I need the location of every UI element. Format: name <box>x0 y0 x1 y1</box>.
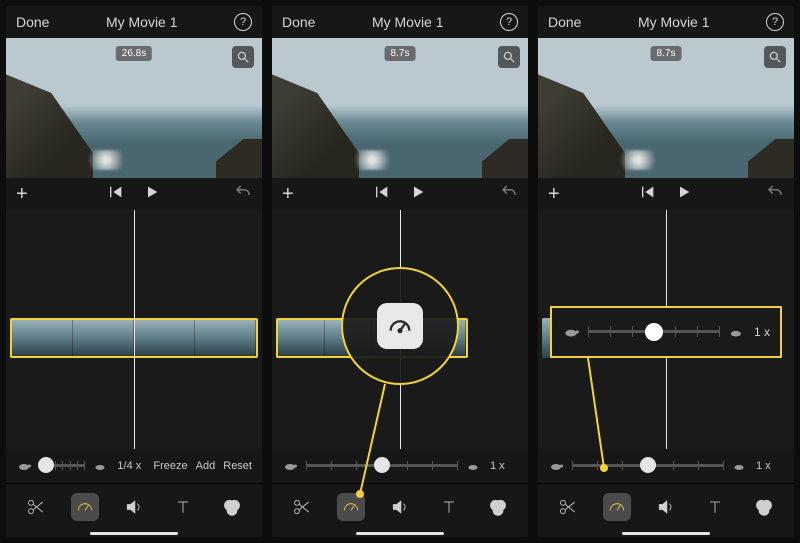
bottom-toolbar <box>538 483 794 529</box>
scissors-icon[interactable] <box>288 493 316 521</box>
scissors-icon[interactable] <box>554 493 582 521</box>
speed-value: 1 x <box>756 460 784 472</box>
callout-leader-end <box>600 464 608 472</box>
timeline[interactable] <box>6 210 262 449</box>
filters-icon[interactable] <box>218 493 246 521</box>
scissors-icon[interactable] <box>22 493 50 521</box>
speed-slider[interactable] <box>40 458 85 474</box>
filters-icon[interactable] <box>750 493 778 521</box>
add-media-button[interactable]: + <box>282 183 294 206</box>
speed-slider-knob[interactable] <box>640 457 656 473</box>
callout-leader-end <box>356 490 364 498</box>
turtle-icon <box>16 460 32 472</box>
freeze-button[interactable]: Freeze <box>153 460 187 472</box>
home-indicator <box>272 529 528 537</box>
titles-icon[interactable] <box>701 493 729 521</box>
speed-control-row: 1 x <box>272 449 528 483</box>
video-preview[interactable]: 26.8s <box>6 38 262 178</box>
speed-slider[interactable] <box>306 458 458 474</box>
titles-icon[interactable] <box>435 493 463 521</box>
screen-3: Done My Movie 1 ? 8.7s + 1 x <box>538 6 794 537</box>
clip-duration-badge: 8.7s <box>385 46 416 61</box>
home-indicator <box>538 529 794 537</box>
play-button[interactable] <box>410 184 426 205</box>
clip-duration-badge: 8.7s <box>651 46 682 61</box>
undo-button[interactable] <box>766 183 784 206</box>
undo-button[interactable] <box>500 183 518 206</box>
speed-control-row: 1 x <box>538 449 794 483</box>
speed-control-row: 1/4 x Freeze Add Reset <box>6 449 262 483</box>
add-media-button[interactable]: + <box>16 183 28 206</box>
callout-speedometer <box>341 267 459 385</box>
done-button[interactable]: Done <box>548 14 581 30</box>
speedometer-icon[interactable] <box>603 493 631 521</box>
transport-bar: + <box>272 178 528 210</box>
screen-1: Done My Movie 1 ? 26.8s + <box>6 6 262 537</box>
titles-icon[interactable] <box>169 493 197 521</box>
rabbit-icon <box>728 325 746 339</box>
video-preview[interactable]: 8.7s <box>538 38 794 178</box>
transport-bar: + <box>6 178 262 210</box>
rabbit-icon <box>732 460 748 472</box>
project-title: My Movie 1 <box>315 14 500 30</box>
volume-icon[interactable] <box>386 493 414 521</box>
speed-slider[interactable] <box>572 458 724 474</box>
zoom-icon[interactable] <box>764 46 786 68</box>
help-icon[interactable]: ? <box>234 13 252 31</box>
playhead[interactable] <box>134 210 135 449</box>
speed-slider[interactable] <box>588 323 720 341</box>
speedometer-icon <box>377 303 423 349</box>
speed-slider-knob[interactable] <box>645 323 663 341</box>
speed-value: 1/4 x <box>117 460 145 472</box>
done-button[interactable]: Done <box>16 14 49 30</box>
prev-button[interactable] <box>374 184 390 205</box>
home-indicator <box>6 529 262 537</box>
volume-icon[interactable] <box>120 493 148 521</box>
zoom-icon[interactable] <box>232 46 254 68</box>
bottom-toolbar <box>6 483 262 529</box>
callout-speed-slider: 1 x <box>550 306 782 358</box>
add-media-button[interactable]: + <box>548 183 560 206</box>
turtle-icon <box>282 460 298 472</box>
help-icon[interactable]: ? <box>500 13 518 31</box>
speed-slider-knob[interactable] <box>38 457 54 473</box>
rabbit-icon <box>93 460 109 472</box>
done-button[interactable]: Done <box>282 14 315 30</box>
speed-slider-knob[interactable] <box>374 457 390 473</box>
play-button[interactable] <box>144 184 160 205</box>
volume-icon[interactable] <box>652 493 680 521</box>
filters-icon[interactable] <box>484 493 512 521</box>
turtle-icon <box>562 325 580 339</box>
prev-button[interactable] <box>108 184 124 205</box>
video-preview[interactable]: 8.7s <box>272 38 528 178</box>
project-title: My Movie 1 <box>49 14 234 30</box>
project-title: My Movie 1 <box>581 14 766 30</box>
screen-2: Done My Movie 1 ? 8.7s + 1 x <box>272 6 528 537</box>
bottom-toolbar <box>272 483 528 529</box>
speed-value: 1 x <box>490 460 518 472</box>
speed-value: 1 x <box>754 325 770 339</box>
turtle-icon <box>548 460 564 472</box>
zoom-icon[interactable] <box>498 46 520 68</box>
header: Done My Movie 1 ? <box>538 6 794 38</box>
transport-bar: + <box>538 178 794 210</box>
prev-button[interactable] <box>640 184 656 205</box>
undo-button[interactable] <box>234 183 252 206</box>
play-button[interactable] <box>676 184 692 205</box>
reset-speed-button[interactable]: Reset <box>223 460 252 472</box>
add-speed-button[interactable]: Add <box>196 460 216 472</box>
rabbit-icon <box>466 460 482 472</box>
clip-duration-badge: 26.8s <box>116 46 152 61</box>
speedometer-icon[interactable] <box>71 493 99 521</box>
header: Done My Movie 1 ? <box>6 6 262 38</box>
header: Done My Movie 1 ? <box>272 6 528 38</box>
help-icon[interactable]: ? <box>766 13 784 31</box>
